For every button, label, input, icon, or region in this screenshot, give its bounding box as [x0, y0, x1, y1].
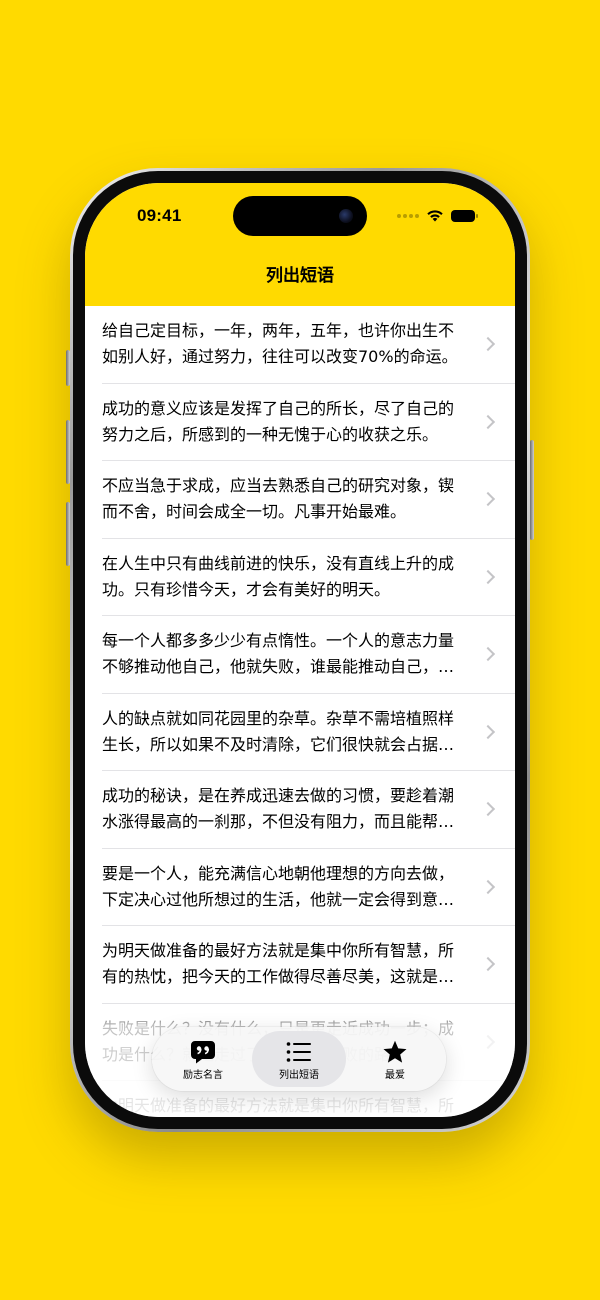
cellular-signal-icon	[397, 213, 419, 218]
tab-phrase-list[interactable]: 列出短语	[252, 1031, 346, 1087]
battery-icon	[451, 209, 478, 222]
status-icons	[397, 209, 478, 222]
phrase-text: 为明天做准备的最好方法就是集中你所有智慧，所有的热忱，把今天的工作做得尽善尽美，…	[102, 941, 455, 986]
chevron-right-icon	[480, 336, 496, 352]
star-icon	[382, 1040, 408, 1064]
phrase-text: 成功的意义应该是发挥了自己的所长，尽了自己的努力之后，所感到的一种无愧于心的收获…	[102, 398, 455, 444]
tab-phrase-list-label: 列出短语	[279, 1070, 319, 1081]
power-button	[530, 440, 534, 540]
phrase-text: 在人生中只有曲线前进的快乐，没有直线上升的成功。只有珍惜今天，才会有美好的明天。	[102, 553, 455, 599]
phrase-text: 成功的秘诀，是在养成迅速去做的习惯，要趁着潮水涨得最高的一刹那，不但没有阻力，而…	[102, 786, 455, 831]
phrase-text: 给自己定目标，一年，两年，五年，也许你出生不如别人好，通过努力，往往可以改变70…	[102, 321, 458, 366]
list-item[interactable]: 要是一个人，能充满信心地朝他理想的方向去做，下定决心过他所想过的生活，他就一定会…	[85, 849, 515, 926]
list-item[interactable]: 人的缺点就如同花园里的杂草。杂草不需培植照样生长，所以如果不及时清除，它们很快就…	[85, 694, 515, 771]
chevron-right-icon	[480, 414, 496, 429]
nav-header: 09:41 列出短语	[85, 183, 515, 306]
list-item[interactable]: 在人生中只有曲线前进的快乐，没有直线上升的成功。只有珍惜今天，才会有美好的明天。	[85, 539, 515, 616]
list-item[interactable]: 每一个人都多多少少有点惰性。一个人的意志力量不够推动他自己，他就失败，谁最能推动…	[85, 616, 515, 694]
list-item[interactable]: 给自己定目标，一年，两年，五年，也许你出生不如别人好，通过努力，往往可以改变70…	[85, 306, 515, 384]
chevron-right-icon	[480, 646, 496, 662]
phrase-text: 人的缺点就如同花园里的杂草。杂草不需培植照样生长，所以如果不及时清除，它们很快就…	[102, 708, 455, 754]
phrase-text: 为明天做准备的最好方法就是集中你所有智慧，所有的热忱，把今天的工作做得尽善尽美。	[102, 1096, 455, 1115]
tab-quotes[interactable]: 励志名言	[156, 1031, 250, 1087]
tab-quotes-label: 励志名言	[183, 1070, 223, 1081]
phrase-text: 不应当急于求成，应当去熟悉自己的研究对象，锲而不舍，时间会成全一切。凡事开始最难…	[102, 476, 455, 521]
chevron-right-icon	[480, 879, 496, 894]
phrase-text: 要是一个人，能充满信心地朝他理想的方向去做，下定决心过他所想过的生活，他就一定会…	[102, 863, 455, 909]
wifi-icon	[427, 210, 443, 222]
list-item[interactable]: 成功的意义应该是发挥了自己的所长，尽了自己的努力之后，所感到的一种无愧于心的收获…	[85, 384, 515, 461]
dynamic-island	[233, 196, 367, 236]
tab-bar: 励志名言 列出短语 最爱	[152, 1027, 446, 1091]
tab-favorites[interactable]: 最爱	[348, 1031, 442, 1087]
list-item[interactable]: 为明天做准备的最好方法就是集中你所有智慧，所有的热忱，把今天的工作做得尽善尽美，…	[85, 926, 515, 1004]
tab-favorites-label: 最爱	[385, 1070, 405, 1081]
quote-bubble-icon	[190, 1040, 216, 1064]
chevron-right-icon	[480, 1034, 496, 1049]
page-title: 列出短语	[266, 266, 334, 286]
chevron-right-icon	[480, 956, 496, 972]
phrase-text: 每一个人都多多少少有点惰性。一个人的意志力量不够推动他自己，他就失败，谁最能推动…	[102, 631, 455, 676]
front-camera-icon	[339, 209, 353, 223]
phrase-list: 给自己定目标，一年，两年，五年，也许你出生不如别人好，通过努力，往往可以改变70…	[85, 306, 515, 1117]
status-time: 09:41	[137, 206, 182, 225]
list-item[interactable]: 不应当急于求成，应当去熟悉自己的研究对象，锲而不舍，时间会成全一切。凡事开始最难…	[85, 461, 515, 539]
list-icon	[286, 1040, 312, 1064]
volume-down-button	[66, 502, 70, 566]
volume-up-button	[66, 420, 70, 484]
action-button	[66, 350, 70, 386]
chevron-right-icon	[480, 1111, 496, 1117]
chevron-right-icon	[480, 491, 496, 507]
chevron-right-icon	[480, 569, 496, 584]
chevron-right-icon	[480, 724, 496, 739]
phone-screen: 09:41 列出短语 给自己定目标，一年，两年，五年，也许你出生不如别人好，通过…	[85, 183, 515, 1117]
list-item[interactable]: 成功的秘诀，是在养成迅速去做的习惯，要趁着潮水涨得最高的一刹那，不但没有阻力，而…	[85, 771, 515, 849]
chevron-right-icon	[480, 801, 496, 817]
